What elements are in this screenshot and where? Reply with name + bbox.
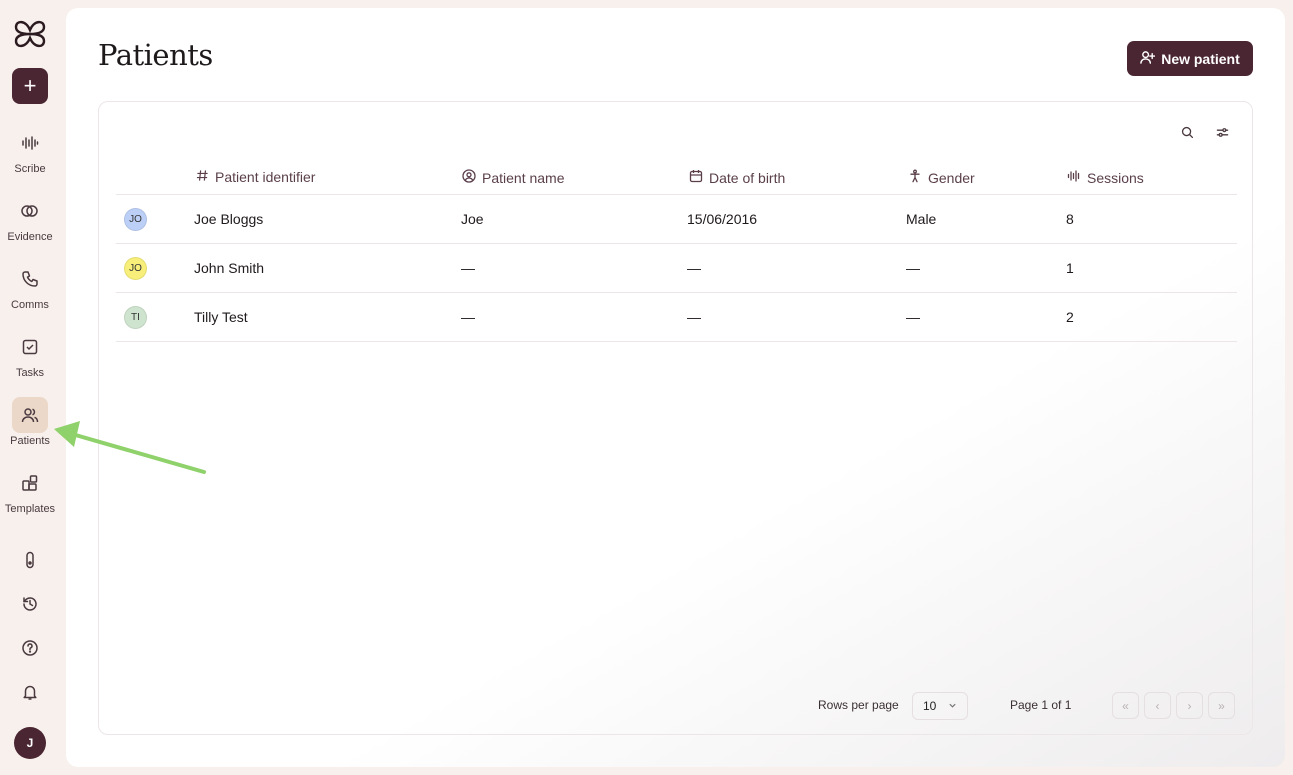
table-row[interactable]: JO Joe Bloggs Joe 15/06/2016 Male 8 bbox=[116, 195, 1237, 244]
app-logo[interactable] bbox=[12, 16, 48, 52]
users-icon bbox=[12, 397, 48, 433]
table-header: Patient identifier Patient name Date of … bbox=[116, 162, 1237, 195]
sidebar-item-label: Patients bbox=[10, 435, 50, 447]
first-page-button[interactable]: « bbox=[1112, 692, 1139, 719]
phone-icon bbox=[12, 261, 48, 297]
cell-identifier: John Smith bbox=[194, 260, 265, 276]
table-row[interactable]: JO John Smith — — — 1 bbox=[116, 244, 1237, 293]
sidebar-item-label: Evidence bbox=[7, 231, 53, 243]
page-indicator: Page 1 of 1 bbox=[1010, 698, 1072, 712]
column-label: Patient identifier bbox=[215, 169, 316, 185]
cell-sessions: 8 bbox=[1066, 211, 1074, 227]
column-label: Date of birth bbox=[709, 169, 786, 186]
patient-avatar: JO bbox=[124, 208, 147, 231]
evidence-icon bbox=[12, 193, 48, 229]
rows-per-page-select[interactable]: 10 bbox=[912, 692, 968, 720]
add-button[interactable]: + bbox=[12, 68, 48, 104]
page-title: Patients bbox=[98, 38, 213, 72]
cell-gender: Male bbox=[906, 211, 937, 227]
templates-icon bbox=[12, 465, 48, 501]
previous-page-button[interactable]: ‹ bbox=[1144, 692, 1171, 719]
cell-sessions: 2 bbox=[1066, 309, 1074, 325]
patient-avatar: TI bbox=[124, 306, 147, 329]
cell-gender: — bbox=[906, 309, 920, 325]
chevron-down-icon bbox=[948, 699, 957, 713]
calendar-icon bbox=[689, 169, 703, 186]
column-header-gender[interactable]: Gender bbox=[908, 169, 975, 186]
waveform-icon bbox=[1067, 169, 1081, 186]
waveform-icon bbox=[12, 125, 48, 161]
add-user-icon bbox=[1140, 50, 1156, 68]
sidebar-item-patients[interactable]: Patients bbox=[0, 397, 60, 447]
checkbox-icon bbox=[12, 329, 48, 365]
next-page-button[interactable]: › bbox=[1176, 692, 1203, 719]
patients-table-card: Patient identifier Patient name Date of … bbox=[98, 101, 1253, 735]
cell-name: — bbox=[461, 309, 475, 325]
last-page-button[interactable]: » bbox=[1208, 692, 1235, 719]
rows-per-page-label: Rows per page bbox=[818, 698, 899, 712]
column-label: Sessions bbox=[1087, 169, 1144, 186]
sidebar-item-scribe[interactable]: Scribe bbox=[0, 125, 60, 175]
new-patient-label: New patient bbox=[1161, 50, 1240, 67]
main-panel: Patients New patient Patient identifier … bbox=[66, 8, 1285, 767]
column-header-identifier[interactable]: Patient identifier bbox=[196, 169, 315, 185]
sidebar-item-label: Scribe bbox=[14, 163, 46, 175]
cell-identifier: Tilly Test bbox=[194, 309, 248, 325]
bell-icon[interactable] bbox=[12, 674, 48, 710]
cell-name: — bbox=[461, 260, 475, 276]
sidebar-item-comms[interactable]: Comms bbox=[0, 261, 60, 311]
column-header-dob[interactable]: Date of birth bbox=[689, 169, 785, 186]
cell-identifier: Joe Bloggs bbox=[194, 211, 264, 227]
column-header-name[interactable]: Patient name bbox=[462, 169, 565, 186]
patients-table: Patient identifier Patient name Date of … bbox=[116, 162, 1237, 342]
sidebar-item-label: Comms bbox=[11, 299, 49, 311]
history-icon[interactable] bbox=[12, 586, 48, 622]
cell-sessions: 1 bbox=[1066, 260, 1074, 276]
cell-gender: — bbox=[906, 260, 920, 276]
sidebar-item-label: Tasks bbox=[15, 367, 45, 379]
hash-icon bbox=[196, 169, 209, 185]
cell-dob: — bbox=[687, 309, 701, 325]
sidebar-item-templates[interactable]: Templates bbox=[0, 465, 60, 515]
column-label: Patient name bbox=[482, 169, 565, 186]
person-icon bbox=[908, 169, 922, 186]
column-label: Gender bbox=[928, 169, 975, 186]
sidebar-item-label: Templates bbox=[4, 503, 56, 515]
sidebar-item-tasks[interactable]: Tasks bbox=[0, 329, 60, 379]
cell-name: Joe bbox=[461, 211, 484, 227]
help-icon[interactable] bbox=[12, 630, 48, 666]
rows-per-page-value: 10 bbox=[923, 699, 937, 713]
filter-settings-icon[interactable] bbox=[1212, 122, 1232, 142]
column-header-sessions[interactable]: Sessions bbox=[1067, 169, 1144, 186]
thermometer-icon[interactable] bbox=[12, 542, 48, 578]
user-avatar[interactable]: J bbox=[14, 727, 46, 759]
search-icon[interactable] bbox=[1177, 122, 1197, 142]
new-patient-button[interactable]: New patient bbox=[1127, 41, 1253, 76]
table-row[interactable]: TI Tilly Test — — — 2 bbox=[116, 293, 1237, 342]
cell-dob: 15/06/2016 bbox=[687, 211, 758, 227]
sidebar: + Scribe Evidence Comms Tasks Patients T… bbox=[0, 0, 60, 775]
cell-dob: — bbox=[687, 260, 701, 276]
patient-avatar: JO bbox=[124, 257, 147, 280]
user-circle-icon bbox=[462, 169, 476, 186]
sidebar-item-evidence[interactable]: Evidence bbox=[0, 193, 60, 243]
